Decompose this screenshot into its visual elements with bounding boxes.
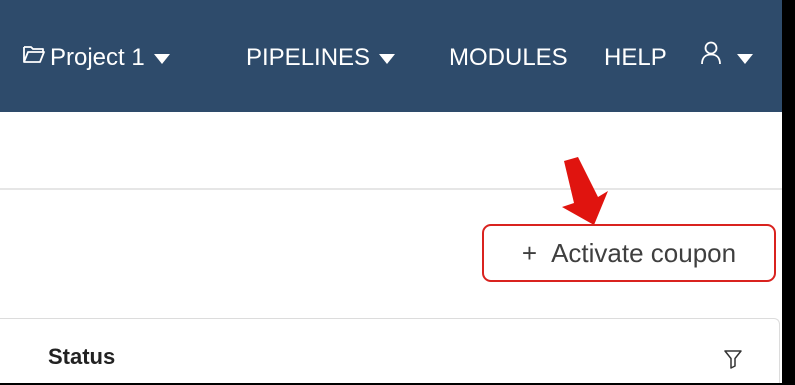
activate-coupon-label: Activate coupon [551, 237, 737, 268]
nav-modules[interactable]: MODULES [449, 38, 568, 78]
project-label: Project 1 [50, 44, 145, 71]
caret-down-icon [378, 38, 396, 78]
nav-help[interactable]: HELP [604, 38, 667, 78]
table-panel: Status [0, 318, 780, 383]
status-column-header: Status [48, 344, 116, 369]
user-icon [700, 38, 722, 78]
top-navbar: Project 1 PIPELINES MODULES HELP [0, 0, 782, 112]
modules-label: MODULES [449, 44, 568, 71]
app-window: Project 1 PIPELINES MODULES HELP + Activ… [0, 0, 782, 383]
project-selector[interactable]: Project 1 [22, 38, 171, 78]
caret-down-icon [153, 38, 171, 78]
filter-icon[interactable] [723, 349, 743, 369]
user-menu[interactable] [700, 38, 754, 78]
nav-pipelines[interactable]: PIPELINES [246, 38, 396, 78]
divider [0, 188, 782, 190]
activate-coupon-button[interactable]: + Activate coupon [482, 224, 776, 282]
help-label: HELP [604, 44, 667, 71]
pipelines-label: PIPELINES [246, 44, 371, 71]
plus-icon: + [521, 237, 538, 268]
caret-down-icon [736, 38, 754, 78]
arrow-down-icon [562, 157, 608, 225]
folder-icon [22, 38, 46, 78]
